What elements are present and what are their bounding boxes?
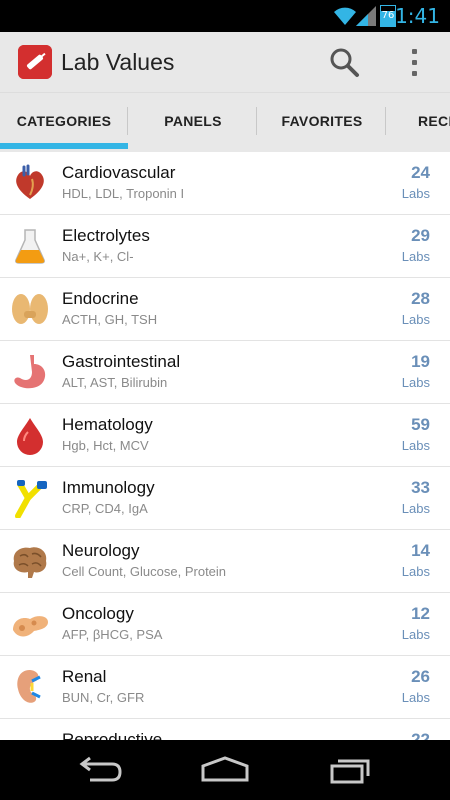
tab-recent[interactable]: RECENT bbox=[387, 93, 450, 149]
tab-divider bbox=[385, 107, 386, 135]
back-icon bbox=[79, 756, 122, 782]
lab-count: 29 bbox=[411, 226, 430, 245]
antibody-icon bbox=[15, 480, 47, 518]
brain-icon bbox=[13, 547, 47, 578]
stomach-icon bbox=[14, 355, 46, 389]
category-row-neurology[interactable]: Neurology Cell Count, Glucose, Protein 1… bbox=[0, 530, 450, 593]
tab-categories[interactable]: CATEGORIES bbox=[0, 93, 128, 149]
pancreas-icon bbox=[13, 616, 48, 637]
category-examples: ALT, AST, Bilirubin bbox=[62, 375, 168, 390]
category-examples: Na+, K+, Cl- bbox=[62, 249, 134, 264]
recent-apps-icon bbox=[330, 759, 370, 784]
signal-icon bbox=[356, 6, 376, 26]
tab-panels[interactable]: PANELS bbox=[129, 93, 257, 149]
lab-count: 28 bbox=[411, 289, 430, 308]
lab-count-unit: Labs bbox=[401, 375, 430, 390]
blood-drop-icon bbox=[17, 418, 43, 455]
category-name: Cardiovascular bbox=[62, 163, 176, 182]
lab-count: 59 bbox=[411, 415, 430, 434]
category-examples: Hgb, Hct, MCV bbox=[62, 438, 149, 453]
lab-count-unit: Labs bbox=[401, 690, 430, 705]
category-name: Gastrointestinal bbox=[62, 352, 181, 371]
overflow-dot-icon bbox=[412, 49, 417, 54]
category-examples: AFP, βHCG, PSA bbox=[62, 627, 163, 642]
overflow-dot-icon bbox=[412, 60, 417, 65]
tab-label: FAVORITES bbox=[281, 113, 363, 129]
recent-apps-button[interactable] bbox=[320, 752, 380, 788]
lab-count: 26 bbox=[411, 667, 430, 686]
tab-label: CATEGORIES bbox=[16, 113, 112, 129]
navigation-bar bbox=[0, 740, 450, 800]
category-list: Cardiovascular HDL, LDL, Troponin I 24 L… bbox=[0, 152, 450, 740]
category-name: Electrolytes bbox=[62, 226, 150, 245]
tab-label: PANELS bbox=[164, 113, 222, 129]
category-row-renal[interactable]: Renal BUN, Cr, GFR 26 Labs bbox=[0, 656, 450, 719]
category-examples: CRP, CD4, IgA bbox=[62, 501, 148, 516]
tab-favorites[interactable]: FAVORITES bbox=[258, 93, 386, 149]
flask-icon bbox=[15, 229, 45, 264]
action-bar: Lab Values bbox=[0, 32, 450, 92]
lab-count-unit: Labs bbox=[401, 312, 430, 327]
wifi-icon bbox=[334, 7, 356, 25]
category-row-immunology[interactable]: Immunology CRP, CD4, IgA 33 Labs bbox=[0, 467, 450, 530]
lab-count: 22 bbox=[411, 730, 430, 740]
lab-count-unit: Labs bbox=[401, 564, 430, 579]
category-name: Endocrine bbox=[62, 289, 139, 308]
thyroid-icon bbox=[12, 294, 48, 324]
active-tab-indicator bbox=[0, 143, 128, 149]
status-bar: 76 1:41 bbox=[0, 0, 450, 32]
status-time: 1:41 bbox=[395, 4, 440, 28]
category-row-hematology[interactable]: Hematology Hgb, Hct, MCV 59 Labs bbox=[0, 404, 450, 467]
category-row-electrolytes[interactable]: Electrolytes Na+, K+, Cl- 29 Labs bbox=[0, 215, 450, 278]
category-name: Neurology bbox=[62, 541, 140, 560]
category-examples: Cell Count, Glucose, Protein bbox=[62, 564, 227, 579]
category-name: Hematology bbox=[62, 415, 153, 434]
lab-count-unit: Labs bbox=[401, 438, 430, 453]
lab-count: 19 bbox=[411, 352, 430, 371]
kidney-icon bbox=[17, 670, 41, 703]
heart-icon bbox=[16, 164, 44, 199]
back-button[interactable] bbox=[70, 752, 130, 788]
category-row-cardiovascular[interactable]: Cardiovascular HDL, LDL, Troponin I 24 L… bbox=[0, 152, 450, 215]
lab-count-unit: Labs bbox=[401, 501, 430, 516]
overflow-dot-icon bbox=[412, 71, 417, 76]
category-name: Reproductive bbox=[62, 730, 163, 740]
category-examples: HDL, LDL, Troponin I bbox=[62, 186, 185, 201]
category-row-endocrine[interactable]: Endocrine ACTH, GH, TSH 28 Labs bbox=[0, 278, 450, 341]
app-title: Lab Values bbox=[61, 49, 175, 75]
search-button[interactable] bbox=[326, 44, 364, 82]
tab-divider bbox=[127, 107, 128, 135]
category-name: Oncology bbox=[62, 604, 134, 623]
lab-count-unit: Labs bbox=[401, 249, 430, 264]
reproductive-icon bbox=[10, 730, 50, 740]
category-row-reproductive[interactable]: Reproductive 22 bbox=[0, 719, 450, 740]
search-icon bbox=[330, 48, 359, 77]
lab-count: 12 bbox=[411, 604, 430, 623]
tab-label: RECENT bbox=[418, 113, 450, 129]
home-button[interactable] bbox=[195, 752, 255, 788]
category-row-gastrointestinal[interactable]: Gastrointestinal ALT, AST, Bilirubin 19 … bbox=[0, 341, 450, 404]
lab-count: 14 bbox=[411, 541, 430, 560]
category-examples: BUN, Cr, GFR bbox=[62, 690, 145, 705]
battery-level: 76 bbox=[381, 10, 395, 21]
category-row-oncology[interactable]: Oncology AFP, βHCG, PSA 12 Labs bbox=[0, 593, 450, 656]
category-examples: ACTH, GH, TSH bbox=[62, 312, 158, 327]
lab-count: 24 bbox=[411, 163, 430, 182]
lab-count: 33 bbox=[411, 478, 430, 497]
battery-icon: 76 bbox=[380, 5, 396, 27]
home-icon bbox=[201, 756, 249, 782]
lab-count-unit: Labs bbox=[401, 186, 430, 201]
category-name: Renal bbox=[62, 667, 107, 686]
lab-count-unit: Labs bbox=[401, 627, 430, 642]
overflow-menu-button[interactable] bbox=[404, 44, 426, 82]
app-logo-icon[interactable] bbox=[18, 45, 52, 79]
tab-divider bbox=[256, 107, 257, 135]
category-name: Immunology bbox=[62, 478, 155, 497]
